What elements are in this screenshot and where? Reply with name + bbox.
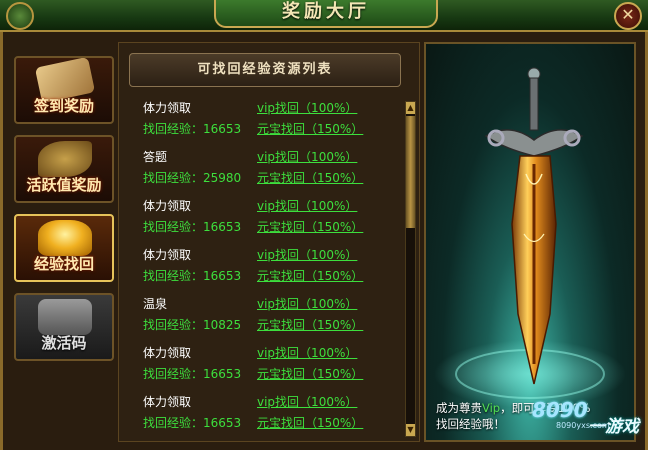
ingot-recover-link[interactable]: 元宝找回（150%） [257, 414, 363, 431]
promo-vip-word: Vip [482, 401, 501, 415]
vip-recover-link[interactable]: vip找回（100%） [257, 148, 357, 165]
promo-text: 成为尊贵 [436, 401, 482, 415]
sidebar-item-exp-recovery[interactable]: 经验找回 [14, 214, 114, 282]
activity-name: 体力领取 [143, 199, 192, 213]
watermark-site: 8090yxs.com [556, 421, 610, 430]
list-header: 可找回经验资源列表 [129, 53, 401, 87]
sidebar-item-label: 激活码 [41, 334, 87, 352]
activity-name: 答题 [143, 150, 168, 164]
sidebar: 签到奖励 活跃值奖励 经验找回 激活码 [14, 56, 114, 372]
ingot-recover-link[interactable]: 元宝找回（150%） [257, 169, 363, 186]
list-item: 体力领取 找回经验：16653 vip找回（100%） 元宝找回（150%） [129, 340, 405, 389]
close-button[interactable]: ✕ [614, 2, 642, 30]
vip-recover-link[interactable]: vip找回（100%） [257, 99, 357, 116]
exp-resource-list-panel: 可找回经验资源列表 体力领取 找回经验：16653 vip找回（100%） 元宝… [118, 42, 420, 442]
window-title: 奖励大厅 [214, 0, 438, 28]
sidebar-item-label: 经验找回 [33, 255, 94, 273]
list-item: 答题 找回经验：25980 vip找回（100%） 元宝找回（150%） [129, 144, 405, 193]
recoverable-exp: 找回经验：25980 [143, 171, 242, 185]
list-item: 体力领取 找回经验：16653 vip找回（100%） 元宝找回（150%） [129, 95, 405, 144]
recoverable-exp: 找回经验：16653 [143, 269, 242, 283]
vip-recover-link[interactable]: vip找回（100%） [257, 295, 357, 312]
sidebar-item-label: 签到奖励 [33, 97, 94, 115]
watermark-number: 8090 [532, 398, 588, 422]
activity-name: 温泉 [143, 297, 168, 311]
sword-illustration [434, 67, 626, 408]
list-item: 体力领取 找回经验：16653 vip找回（100%） 元宝找回（150%） [129, 389, 405, 438]
activity-name: 体力领取 [143, 248, 192, 262]
sidebar-item-label: 活跃值奖励 [26, 176, 102, 194]
ingot-recover-link[interactable]: 元宝找回（150%） [257, 365, 363, 382]
list-scrollbar[interactable]: ▲ ▼ [405, 101, 416, 437]
ingot-recover-link[interactable]: 元宝找回（150%） [257, 267, 363, 284]
ingot-recover-link[interactable]: 元宝找回（150%） [257, 120, 363, 137]
vip-recover-link[interactable]: vip找回（100%） [257, 393, 357, 410]
title-bar: 奖励大厅 ✕ [0, 0, 648, 32]
promo-art-panel: 成为尊贵Vip，即可享受100% 找回经验哦！ [424, 42, 636, 442]
recoverable-exp: 找回经验：16653 [143, 416, 242, 430]
recoverable-exp: 找回经验：16653 [143, 367, 242, 381]
sidebar-item-activity-reward[interactable]: 活跃值奖励 [14, 135, 114, 203]
scroll-thumb[interactable] [406, 116, 415, 228]
gift-pack-icon [38, 299, 92, 335]
exp-resource-list: 体力领取 找回经验：16653 vip找回（100%） 元宝找回（150%） 答… [129, 95, 405, 438]
vip-recover-link[interactable]: vip找回（100%） [257, 246, 357, 263]
activity-name: 体力领取 [143, 395, 192, 409]
activity-name: 体力领取 [143, 346, 192, 360]
scroll-up-arrow-icon[interactable]: ▲ [406, 102, 415, 114]
recoverable-exp: 找回经验：16653 [143, 220, 242, 234]
corner-ornament-icon [6, 2, 34, 30]
gold-ingot-icon [38, 220, 92, 256]
recoverable-exp: 找回经验：16653 [143, 122, 242, 136]
sidebar-item-sign-in-reward[interactable]: 签到奖励 [14, 56, 114, 124]
vip-recover-link[interactable]: vip找回（100%） [257, 344, 357, 361]
site-watermark-logo: 8090 一游戏 8090yxs.com [532, 398, 642, 446]
list-item: 温泉 找回经验：10825 vip找回（100%） 元宝找回（150%） [129, 291, 405, 340]
ingot-recover-link[interactable]: 元宝找回（150%） [257, 316, 363, 333]
activity-name: 体力领取 [143, 101, 192, 115]
ingot-recover-link[interactable]: 元宝找回（150%） [257, 218, 363, 235]
list-item: 体力领取 找回经验：16653 vip找回（100%） 元宝找回（150%） [129, 193, 405, 242]
sidebar-item-activation-code[interactable]: 激活码 [14, 293, 114, 361]
list-item: 体力领取 找回经验：16653 vip找回（100%） 元宝找回（150%） [129, 242, 405, 291]
recoverable-exp: 找回经验：10825 [143, 318, 242, 332]
vip-recover-link[interactable]: vip找回（100%） [257, 197, 357, 214]
scroll-down-arrow-icon[interactable]: ▼ [406, 424, 415, 436]
promo-text: 找回经验哦！ [436, 417, 505, 431]
leaf-icon [38, 141, 92, 177]
